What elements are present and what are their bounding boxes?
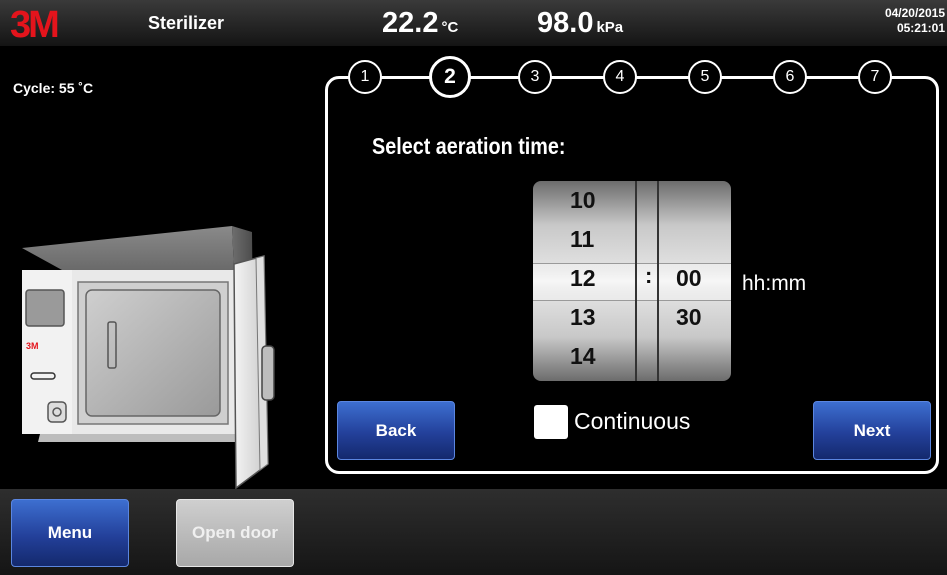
step-indicator: 1 2 3 4 5 6 7 bbox=[345, 56, 925, 99]
device-logo: 3M bbox=[26, 341, 39, 351]
date-readout: 04/20/2015 bbox=[884, 6, 945, 20]
hour-option[interactable]: 10 bbox=[570, 187, 596, 214]
step-6: 6 bbox=[773, 60, 807, 94]
temperature-value: 22.2 bbox=[382, 7, 439, 39]
step-7: 7 bbox=[858, 60, 892, 94]
time-separator: : bbox=[645, 263, 653, 288]
step-2: 2 bbox=[429, 56, 471, 98]
pressure-unit: kPa bbox=[596, 19, 624, 36]
step-1: 1 bbox=[348, 60, 382, 94]
cycle-label: Cycle: 55 ˚C bbox=[13, 80, 94, 96]
picker-divider-left bbox=[635, 181, 637, 381]
hour-option[interactable]: 11 bbox=[570, 226, 594, 253]
minute-option[interactable]: 00 bbox=[676, 265, 702, 292]
prompt-heading: Select aeration time: bbox=[372, 133, 566, 159]
hour-option[interactable]: 14 bbox=[570, 343, 596, 370]
next-button[interactable]: Next bbox=[813, 401, 931, 460]
minute-option[interactable]: 30 bbox=[676, 304, 702, 331]
bottom-bar bbox=[0, 489, 947, 575]
brand-logo: 3M bbox=[10, 4, 61, 42]
step-4: 4 bbox=[603, 60, 637, 94]
step-3: 3 bbox=[518, 60, 552, 94]
pressure-value: 98.0 bbox=[537, 7, 594, 39]
continuous-checkbox[interactable] bbox=[534, 405, 568, 439]
time-readout: 05:21:01 bbox=[896, 21, 945, 35]
picker-divider-right bbox=[657, 181, 659, 381]
hour-option[interactable]: 12 bbox=[570, 265, 596, 292]
clock: 04/20/2015 05:21:01 bbox=[885, 6, 945, 36]
open-door-button: Open door bbox=[176, 499, 294, 567]
menu-button[interactable]: Menu bbox=[11, 499, 129, 567]
temperature-readout: 22.2 °C bbox=[382, 7, 458, 40]
svg-text:3M: 3M bbox=[10, 4, 58, 42]
continuous-label[interactable]: Continuous bbox=[574, 408, 690, 435]
time-unit-label: hh:mm bbox=[742, 272, 807, 295]
top-bar: 3M Sterilizer 22.2 °C 98.0 kPa 04/20/2015 … bbox=[0, 0, 947, 46]
app-title: Sterilizer bbox=[148, 13, 225, 33]
pressure-readout: 98.0 kPa bbox=[537, 7, 623, 40]
temperature-unit: °C bbox=[441, 19, 459, 36]
hour-option[interactable]: 13 bbox=[570, 304, 596, 331]
sterilizer-illustration: 3M bbox=[22, 226, 275, 490]
back-button[interactable]: Back bbox=[337, 401, 455, 460]
step-5: 5 bbox=[688, 60, 722, 94]
